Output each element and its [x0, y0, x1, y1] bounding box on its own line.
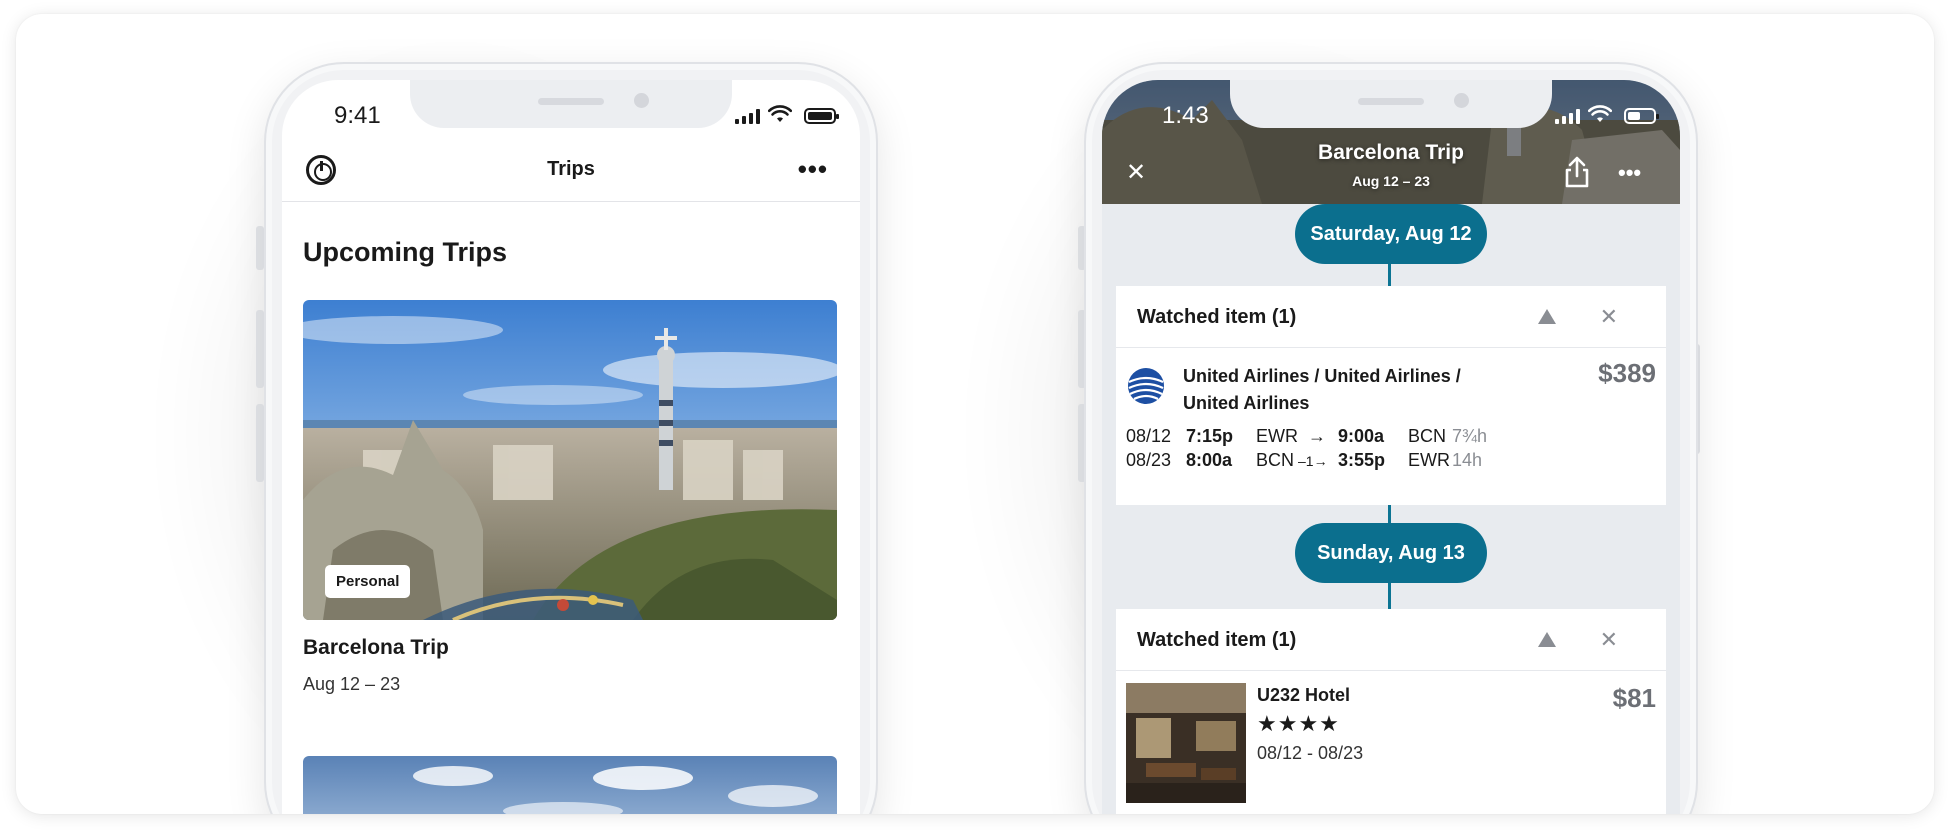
dismiss-icon[interactable]: ✕: [1600, 304, 1618, 330]
nav-bar: Trips •••: [282, 140, 860, 202]
united-logo-icon: [1126, 366, 1168, 406]
hotel-dates: 08/12 - 08/23: [1257, 743, 1364, 763]
watched-flight-card[interactable]: Watched item (1) ✕ United Airlines / Uni…: [1116, 286, 1666, 505]
collapse-icon[interactable]: [1538, 632, 1556, 647]
status-bar: 1:43: [1102, 80, 1680, 140]
trip-title: Barcelona Trip: [1318, 141, 1464, 164]
phone-volume-down: [256, 404, 264, 482]
watched-card-title: Watched item (1): [1137, 306, 1297, 328]
trip-badge: Personal: [325, 565, 411, 598]
leg-dest: BCN: [1408, 426, 1447, 446]
watched-hotel-card[interactable]: Watched item (1) ✕ U232 Hotel ★★★★ 08/12…: [1116, 609, 1666, 814]
watched-card-header: Watched item (1) ✕: [1116, 609, 1666, 671]
dismiss-icon[interactable]: ✕: [1600, 627, 1618, 653]
more-icon[interactable]: •••: [798, 154, 828, 185]
timeline-connector: [1388, 264, 1391, 286]
status-bar: 9:41: [282, 80, 860, 140]
leg-date: 08/12: [1126, 426, 1172, 446]
timeline-connector: [1388, 505, 1391, 523]
watched-card-header: Watched item (1) ✕: [1116, 286, 1666, 348]
phone-mute-switch: [256, 226, 264, 270]
trip-header-text: Barcelona Trip Aug 12 – 23: [1102, 141, 1680, 189]
leg-arrive-time: 3:55p: [1338, 450, 1386, 470]
battery-icon: [1624, 108, 1659, 124]
flight-leg-row: 08/12 7:15p EWR → 9:00a BCN 7¾h: [1126, 426, 1487, 447]
signal-icon: [1555, 108, 1580, 124]
showcase-card: 9:41 Trips ••• Upcoming Trips Personal B…: [16, 14, 1934, 814]
trip-dates: Aug 12 – 23: [303, 674, 401, 694]
airline-line: United Airlines: [1183, 393, 1310, 413]
close-icon[interactable]: ✕: [1126, 158, 1146, 187]
hotel-photo: [1126, 683, 1246, 803]
hotel-name: U232 Hotel: [1257, 685, 1351, 705]
itinerary-timeline: Saturday, Aug 12 Watched item (1) ✕ Unit…: [1102, 204, 1680, 814]
right-phone-frame: 1:43 ✕ Barcelona Trip Aug 12 – 23 ••• Sa…: [1084, 62, 1698, 814]
leg-date: 08/23: [1126, 450, 1172, 470]
hotel-price: $81: [1612, 683, 1656, 713]
leg-depart-time: 8:00a: [1186, 450, 1233, 470]
share-icon[interactable]: [1564, 156, 1590, 188]
hotel-stars: ★★★★: [1257, 711, 1340, 736]
trip-name[interactable]: Barcelona Trip: [303, 636, 449, 660]
right-phone-screen: 1:43 ✕ Barcelona Trip Aug 12 – 23 ••• Sa…: [1102, 80, 1680, 814]
leg-origin: EWR: [1256, 426, 1298, 446]
day-pill[interactable]: Saturday, Aug 12: [1295, 204, 1487, 264]
watched-card-title: Watched item (1): [1137, 629, 1297, 651]
leg-arrive-time: 9:00a: [1338, 426, 1385, 446]
leg-duration: 14h: [1452, 450, 1483, 470]
airline-line: United Airlines / United Airlines /: [1183, 366, 1461, 386]
status-time: 1:43: [1162, 102, 1209, 129]
leg-depart-time: 7:15p: [1186, 426, 1234, 446]
leg-dest: EWR: [1408, 450, 1450, 470]
second-trip-photo: [303, 756, 837, 814]
section-title: Upcoming Trips: [303, 237, 508, 267]
leg-duration: 7¾h: [1452, 426, 1488, 446]
status-time: 9:41: [334, 102, 381, 129]
page-title: Trips: [547, 158, 595, 180]
trip-photo[interactable]: Personal: [303, 300, 837, 620]
wifi-icon: [1588, 105, 1612, 122]
left-phone-screen: 9:41 Trips ••• Upcoming Trips Personal B…: [282, 80, 860, 814]
wifi-icon: [768, 105, 792, 122]
leg-arrow: →: [1308, 426, 1326, 446]
left-phone-frame: 9:41 Trips ••• Upcoming Trips Personal B…: [264, 62, 878, 814]
signal-icon: [735, 108, 760, 124]
airline-name: United Airlines / United Airlines / Unit…: [1183, 363, 1461, 417]
day-pill[interactable]: Sunday, Aug 13: [1295, 523, 1487, 583]
trip-subtitle: Aug 12 – 23: [1352, 173, 1430, 189]
timeline-connector: [1388, 583, 1391, 609]
trip-photo-next[interactable]: [303, 756, 837, 814]
leg-origin: BCN: [1256, 450, 1295, 470]
more-icon[interactable]: •••: [1618, 160, 1641, 186]
battery-icon: [804, 108, 839, 124]
flight-price: $389: [1598, 358, 1656, 388]
leg-arrow: –1→: [1298, 453, 1328, 469]
flight-leg-row: 08/23 8:00a BCN –1→ 3:55p EWR 14h: [1126, 450, 1482, 472]
phone-volume-up: [256, 310, 264, 388]
collapse-icon[interactable]: [1538, 309, 1556, 324]
